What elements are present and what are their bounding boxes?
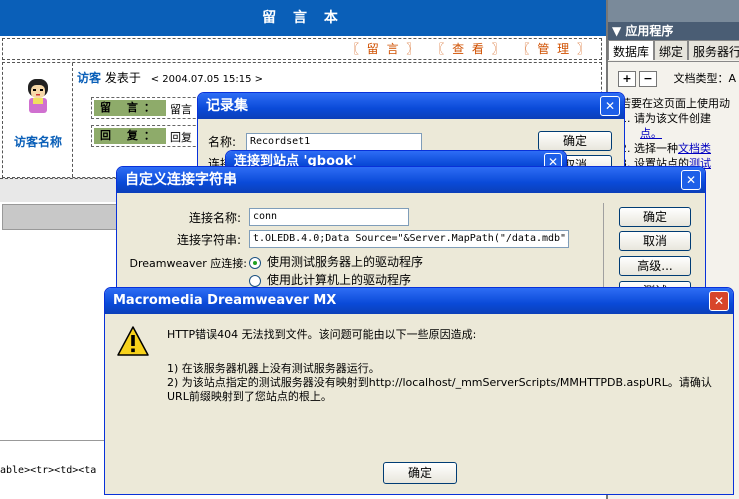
- connection-name-input[interactable]: conn: [249, 208, 409, 226]
- instr-step1: 1. 请为该文件创建: [620, 112, 711, 125]
- error-message: HTTP错误404 无法找到文件。该问题可能由以下一些原因造成: 1) 在该服务…: [167, 328, 727, 404]
- panel-top-bar: [608, 0, 739, 22]
- nav-link-admin[interactable]: 〖 管 理 〗: [518, 42, 591, 56]
- post-timestamp: < 2004.07.05 15:15 >: [150, 74, 264, 85]
- error-line-3: 2) 为该站点指定的测试服务器没有映射到http://localhost/_mm…: [167, 376, 712, 403]
- instr-step2: 2. 选择一种: [620, 142, 678, 155]
- avatar-cell: 访客名称: [3, 63, 73, 177]
- panel-tabs: 数据库绑定服务器行为: [608, 40, 739, 62]
- connection-string-label: 连接字符串:: [176, 233, 241, 247]
- doc-type-label: 文档类型：A: [673, 72, 737, 85]
- code-line: able><tr><td><ta: [0, 465, 97, 476]
- panel-header[interactable]: ▼ 应用程序: [608, 22, 739, 40]
- recordset-name-label: 名称:: [208, 135, 237, 149]
- warning-icon: [117, 326, 149, 356]
- connection-ok-button[interactable]: 确定: [619, 207, 691, 227]
- button-separator: [603, 203, 604, 299]
- radio-selected-icon: [249, 256, 261, 269]
- nav-link-post[interactable]: 〖 留 言 〗: [347, 42, 420, 56]
- nav-link-view[interactable]: 〖 查 看 〗: [432, 42, 505, 56]
- post-author: 访客: [77, 71, 102, 85]
- recordset-title: 记录集: [198, 93, 624, 119]
- error-close-button[interactable]: ✕: [709, 291, 729, 311]
- message-label: 留 言：: [94, 100, 166, 116]
- radio-local-computer-label: 使用此计算机上的驱动程序: [267, 273, 412, 287]
- recordset-ok-button[interactable]: 确定: [538, 131, 612, 151]
- plus-button[interactable]: +: [618, 71, 636, 87]
- guestbook-nav: 〖 留 言 〗 〖 查 看 〗 〖 管 理 〗: [2, 38, 602, 60]
- connection-name-label: 连接名称:: [188, 211, 241, 225]
- post-header: 访客 发表于 < 2004.07.05 15:15 >: [77, 69, 263, 86]
- recordset-close-button[interactable]: ✕: [600, 96, 620, 116]
- message-box: 留 言： 留言: [91, 97, 211, 119]
- connection-string-input[interactable]: t.OLEDB.4.0;Data Source="&Server.MapPath…: [249, 230, 569, 248]
- error-line-1: HTTP错误404 无法找到文件。该问题可能由以下一些原因造成:: [167, 328, 477, 341]
- post-verb: 发表于: [104, 71, 141, 85]
- message-value: 留言: [170, 103, 192, 116]
- tab-bindings[interactable]: 绑定: [654, 40, 689, 60]
- radio-unselected-icon: [249, 274, 261, 287]
- reply-box: 回 复： 回复: [91, 125, 211, 147]
- instr-intro: 若要在这页面上使用动: [620, 97, 730, 110]
- tab-server-behaviors[interactable]: 服务器行为: [688, 40, 739, 60]
- reply-value: 回复: [170, 131, 192, 144]
- recordset-name-input[interactable]: Recordset1: [246, 133, 422, 151]
- tab-database[interactable]: 数据库: [608, 40, 655, 60]
- connection-string-dialog: 自定义连接字符串 ✕ 连接名称: conn 连接字符串: t.OLEDB.4.0…: [116, 166, 706, 300]
- reply-label: 回 复：: [94, 128, 166, 144]
- instr-step1-link[interactable]: 点。: [640, 127, 662, 140]
- error-line-2: 1) 在该服务器机器上没有测试服务器运行。: [167, 362, 380, 375]
- dreamweaver-connect-label: Dreamweaver 应连接:: [129, 257, 247, 270]
- error-ok-button[interactable]: 确定: [383, 462, 457, 484]
- connection-cancel-button[interactable]: 取消: [619, 231, 691, 251]
- error-dialog-title: Macromedia Dreamweaver MX: [105, 288, 733, 314]
- connection-advanced-button[interactable]: 高级...: [619, 256, 691, 276]
- error-dialog: Macromedia Dreamweaver MX ✕ HTTP错误404 无法…: [104, 287, 734, 495]
- guestbook-title: 留 言 本: [0, 0, 606, 36]
- connection-string-title: 自定义连接字符串: [117, 167, 705, 193]
- panel-toolbar: + − 文档类型：A: [618, 70, 736, 87]
- connection-string-close-button[interactable]: ✕: [681, 170, 701, 190]
- radio-local-computer[interactable]: 使用此计算机上的驱动程序: [249, 271, 411, 288]
- instr-step2-link[interactable]: 文档类: [678, 142, 711, 155]
- author-name: 访客名称: [13, 135, 62, 149]
- radio-testing-server-label: 使用测试服务器上的驱动程序: [267, 255, 424, 269]
- minus-button[interactable]: −: [639, 71, 657, 87]
- avatar: [28, 79, 48, 113]
- radio-testing-server[interactable]: 使用测试服务器上的驱动程序: [249, 253, 423, 270]
